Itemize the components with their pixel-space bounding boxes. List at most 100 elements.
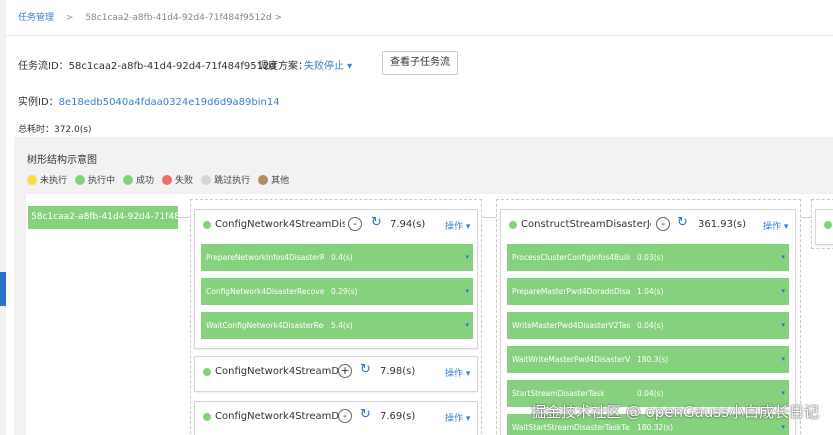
- chevron-down-icon[interactable]: ▾: [781, 389, 785, 397]
- success-status-icon: [824, 221, 832, 229]
- legend-dot-skipped: [201, 174, 212, 185]
- task-item[interactable]: PrepareNetworkInfos4DisasterReco... 0.4(…: [201, 244, 473, 271]
- tree-title: 树形结构示意图: [27, 155, 97, 166]
- task-name: ConfigNetwork4DisasterRecovery...: [206, 287, 324, 296]
- success-status-icon: [203, 221, 211, 229]
- connector-line: [801, 217, 811, 218]
- tree-panel: 树形结构示意图 未执行 执行中 成功 失败 跳过执行 其他 58c1caa2-a…: [14, 137, 833, 435]
- expand-toggle-icon[interactable]: +: [338, 364, 352, 378]
- task-item[interactable]: WaitConfigNetwork4DisasterReco... 5.4(s)…: [201, 312, 473, 339]
- task-group-header: ConfigNetwork4StreamDisas... + ↻ 7.98(s)…: [195, 357, 477, 387]
- task-item[interactable]: WriteMasterPwd4DisasterV2Task 0.04(s) ▾: [507, 312, 789, 339]
- chevron-down-icon[interactable]: ▾: [465, 253, 469, 261]
- operations-dropdown[interactable]: 操作 ▾: [445, 411, 470, 424]
- operations-dropdown[interactable]: 操作 ▾: [445, 219, 470, 232]
- legend-label: 跳过执行: [214, 176, 251, 186]
- chevron-down-icon[interactable]: ▾: [781, 287, 785, 295]
- breadcrumb: 任务管理 > 58c1caa2-a8fb-41d4-92d4-71f484f95…: [18, 10, 282, 23]
- task-name: StartStreamDisasterTask: [512, 389, 605, 398]
- task-name: ProcessClusterConfigInfos4BuildDi...: [512, 253, 630, 262]
- operations-dropdown[interactable]: 操作 ▾: [445, 366, 470, 379]
- legend-item: 其他: [258, 173, 289, 186]
- task-group-title: ConfigNetwork4StreamDisas...: [215, 219, 345, 230]
- task-duration: 0.04(s): [637, 321, 664, 330]
- tree-canvas[interactable]: 58c1caa2-a8fb-41d4-92d4-71f484f9512d Con…: [26, 194, 833, 435]
- task-name: PrepareMasterPwd4DoradoDisast...: [512, 287, 630, 296]
- success-status-icon: [203, 368, 211, 376]
- task-group[interactable]: Co: [815, 209, 833, 245]
- legend-label: 成功: [136, 176, 155, 186]
- dispatch-label: 调度方案：: [258, 61, 308, 72]
- operations-dropdown[interactable]: 操作 ▾: [763, 219, 788, 232]
- legend-item: 未执行: [27, 173, 67, 186]
- collapse-toggle-icon[interactable]: -: [656, 217, 670, 231]
- flow-info-row: 任务流ID：58c1caa2-a8fb-41d4-92d4-71f484f951…: [18, 57, 352, 72]
- legend-item: 跳过执行: [201, 173, 250, 186]
- task-group-duration: 361.93(s): [698, 219, 747, 230]
- legend-label: 其他: [271, 176, 290, 186]
- task-group-header: ConfigNetwork4StreamDisas... - ↻ 7.94(s)…: [195, 210, 477, 240]
- legend-dot-running: [75, 174, 86, 185]
- task-item[interactable]: ConfigNetwork4DisasterRecovery... 0.29(s…: [201, 278, 473, 305]
- task-item[interactable]: PrepareMasterPwd4DoradoDisast... 1.04(s)…: [507, 278, 789, 305]
- legend-dot-other: [258, 174, 269, 185]
- task-group-duration: 7.69(s): [380, 411, 416, 422]
- task-duration: 180.32(s): [637, 423, 674, 432]
- chevron-down-icon[interactable]: ▾: [781, 355, 785, 363]
- task-group-duration: 7.94(s): [390, 219, 426, 230]
- chevron-down-icon[interactable]: ▾: [781, 253, 785, 261]
- legend-dot-success: [123, 174, 134, 185]
- collapse-toggle-icon[interactable]: -: [338, 409, 352, 423]
- legend-item: 成功: [123, 173, 154, 186]
- chevron-down-icon[interactable]: ▾: [465, 287, 469, 295]
- instance-label: 实例ID：: [18, 97, 59, 108]
- connector-line: [178, 217, 190, 218]
- task-group-title: ConfigNetwork4StreamDisas...: [215, 411, 345, 422]
- refresh-icon[interactable]: ↻: [360, 362, 371, 377]
- chevron-down-icon[interactable]: ▾: [465, 321, 469, 329]
- task-group[interactable]: ConfigNetwork4StreamDisas... + ↻ 7.98(s)…: [194, 356, 478, 392]
- task-group-header: ConfigNetwork4StreamDisas... - ↻ 7.69(s)…: [195, 402, 477, 432]
- task-group-title: ConfigNetwork4StreamDisas...: [215, 366, 345, 377]
- legend-dot-failed: [162, 174, 173, 185]
- task-group[interactable]: ConfigNetwork4StreamDisas... - ↻ 7.69(s)…: [194, 401, 478, 435]
- chevron-down-icon[interactable]: ▾: [781, 321, 785, 329]
- task-duration: 5.4(s): [331, 321, 353, 330]
- instance-row: 实例ID：8e18edb5040a4fdaa0324e19d6d9a89bin1…: [18, 93, 280, 108]
- connector-line: [482, 217, 496, 218]
- task-name: PrepareNetworkInfos4DisasterReco...: [206, 253, 324, 262]
- task-duration: 0.04(s): [637, 389, 664, 398]
- task-group-title: ConstructStreamDisasterJob: [521, 219, 651, 230]
- task-group-duration: 7.98(s): [380, 366, 416, 377]
- task-item[interactable]: WaitWriteMasterPwd4DisasterV2T... 180.3(…: [507, 346, 789, 373]
- task-duration: 0.03(s): [637, 253, 664, 262]
- refresh-icon[interactable]: ↻: [360, 407, 371, 422]
- task-group[interactable]: ConfigNetwork4StreamDisas... - ↻ 7.94(s)…: [194, 209, 478, 349]
- left-edge-strip: [0, 0, 6, 435]
- task-item[interactable]: ProcessClusterConfigInfos4BuildDi... 0.0…: [507, 244, 789, 271]
- root-node[interactable]: 58c1caa2-a8fb-41d4-92d4-71f484f9512d: [28, 206, 178, 229]
- dispatch-plan-dropdown[interactable]: 失败停止 ▾: [304, 57, 352, 72]
- task-group-header: ConstructStreamDisasterJob - ↻ 361.93(s)…: [501, 210, 795, 240]
- task-duration: 1.04(s): [637, 287, 664, 296]
- success-status-icon: [509, 221, 517, 229]
- legend-label: 失败: [175, 176, 194, 186]
- task-group-header: Co: [816, 210, 833, 240]
- instance-id-value: 8e18edb5040a4fdaa0324e19d6d9a89bin14: [58, 97, 280, 108]
- refresh-icon[interactable]: ↻: [677, 215, 688, 230]
- watermark: 掘金技术社区 @ openGauss小白成长日记: [531, 403, 819, 421]
- flow-id-label: 任务流ID：58c1caa2-a8fb-41d4-92d4-71f484f951…: [18, 61, 276, 72]
- task-name: WriteMasterPwd4DisasterV2Task: [512, 321, 630, 330]
- legend-label: 未执行: [40, 176, 68, 186]
- chevron-down-icon[interactable]: ▾: [781, 423, 785, 431]
- task-duration: 180.3(s): [637, 355, 669, 364]
- task-name: WaitStartStreamDisasterTaskTask: [512, 423, 630, 432]
- breadcrumb-root-link[interactable]: 任务管理: [18, 13, 54, 23]
- collapse-toggle-icon[interactable]: -: [348, 217, 362, 231]
- task-duration: 0.4(s): [331, 253, 353, 262]
- view-subflow-button[interactable]: 查看子任务流: [382, 51, 458, 75]
- refresh-icon[interactable]: ↻: [371, 215, 382, 230]
- success-status-icon: [203, 413, 211, 421]
- header-divider: [6, 35, 833, 36]
- task-name: WaitWriteMasterPwd4DisasterV2T...: [512, 355, 630, 364]
